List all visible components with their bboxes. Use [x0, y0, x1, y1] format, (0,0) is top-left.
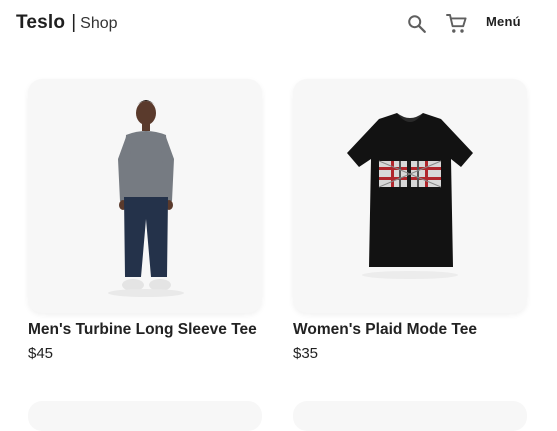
menu-button[interactable]: Menú [486, 14, 521, 29]
cart-button[interactable] [443, 10, 471, 38]
product-card: Men's Turbine Long Sleeve Tee $45 [28, 79, 262, 362]
search-button[interactable] [403, 10, 431, 38]
man-grey-long-sleeve-photo [108, 100, 184, 297]
product-title-link[interactable]: Women's Plaid Mode Tee [293, 321, 527, 339]
brand-link[interactable]: Teslo | Shop [16, 12, 118, 34]
cart-icon [446, 14, 467, 33]
product-card-partial[interactable] [293, 401, 527, 431]
product-price: $45 [28, 345, 54, 362]
top-navbar: Teslo | Shop Menú [0, 0, 557, 48]
product-card: Women's Plaid Mode Tee $35 [293, 79, 527, 362]
brand-separator: | [71, 12, 77, 33]
search-icon [408, 15, 426, 33]
brand-subtitle: Shop [80, 15, 118, 32]
brand-name: Teslo [16, 12, 66, 33]
product-card-partial[interactable] [28, 401, 262, 431]
product-image-link[interactable] [28, 79, 262, 313]
product-title-link[interactable]: Men's Turbine Long Sleeve Tee [28, 321, 262, 339]
product-image-link[interactable] [293, 79, 527, 313]
black-tee-plaid-graphic-photo [347, 113, 473, 279]
product-price: $35 [293, 345, 319, 362]
